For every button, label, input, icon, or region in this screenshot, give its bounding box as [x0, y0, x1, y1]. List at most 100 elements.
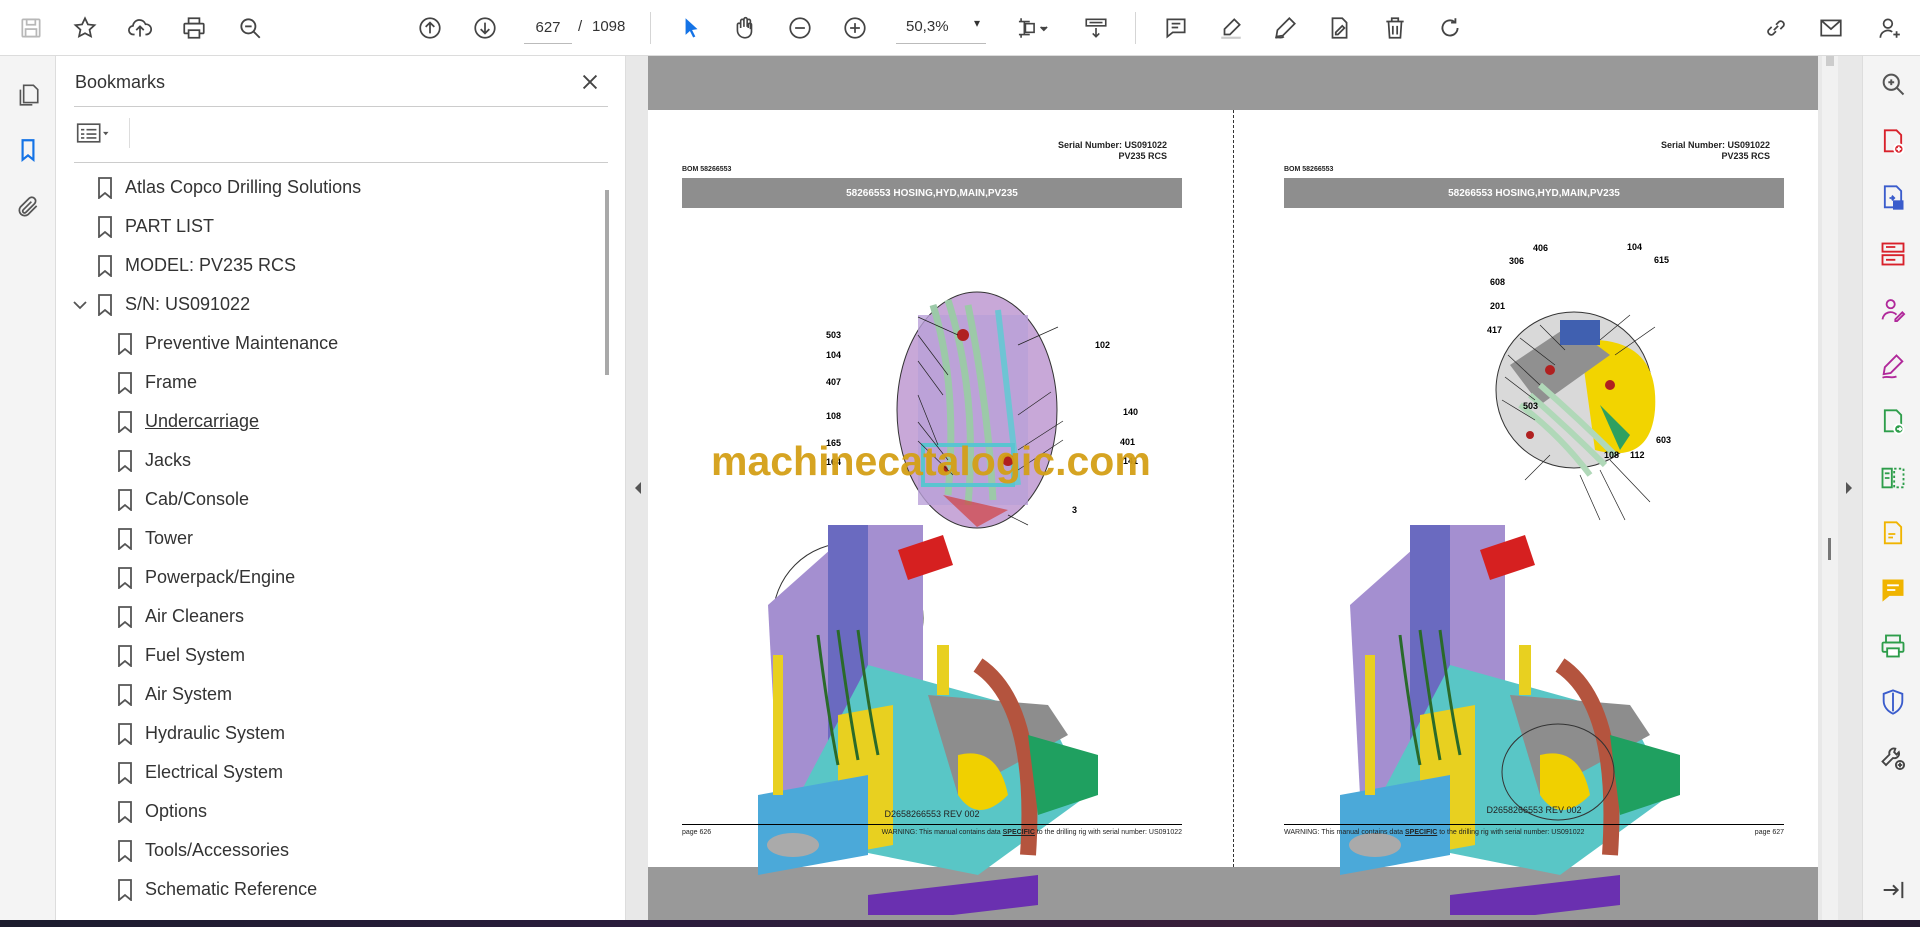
- request-signatures-icon[interactable]: [1877, 294, 1909, 326]
- warning-pre: WARNING: This manual contains data: [1284, 829, 1405, 836]
- protect-icon[interactable]: [1877, 686, 1909, 718]
- previous-page-icon[interactable]: [411, 9, 449, 47]
- next-page-icon[interactable]: [466, 9, 504, 47]
- share-link-icon[interactable]: [1757, 9, 1795, 47]
- zoom-level-select[interactable]: 50,3% ▾: [896, 12, 986, 44]
- bookmark-item[interactable]: Atlas Copco Drilling Solutions: [56, 170, 596, 206]
- draw-pen-icon[interactable]: [1266, 9, 1304, 47]
- bookmark-label: Frame: [145, 372, 198, 392]
- fill-sign-icon[interactable]: [1320, 9, 1358, 47]
- bookmark-item[interactable]: Air System: [56, 677, 596, 713]
- edit-pdf-icon[interactable]: [1877, 518, 1909, 550]
- bookmark-item[interactable]: Air Cleaners: [56, 599, 596, 635]
- collapse-tools-icon[interactable]: [1877, 874, 1909, 906]
- bookmark-scrollbar-thumb[interactable]: [605, 190, 609, 375]
- hand-tool-icon[interactable]: [726, 9, 764, 47]
- more-tools-icon[interactable]: [1877, 742, 1909, 774]
- bookmark-item[interactable]: MODEL: PV235 RCS: [56, 248, 596, 284]
- document-scrollbar-thumb[interactable]: [1826, 56, 1834, 66]
- callout-label: 104: [826, 350, 842, 360]
- warning-pre: WARNING: This manual contains data: [881, 829, 1003, 836]
- bookmark-item[interactable]: Undercarriage: [56, 404, 596, 440]
- bookmark-label: Undercarriage: [145, 411, 260, 431]
- drawing-number: D2658266553 REV 002: [884, 809, 980, 819]
- bookmark-item[interactable]: Jacks: [56, 443, 596, 479]
- scroll-mode-icon[interactable]: [1077, 9, 1115, 47]
- bookmark-icon: [98, 177, 112, 199]
- email-icon[interactable]: [1812, 9, 1850, 47]
- fill-and-sign-icon[interactable]: [1877, 350, 1909, 382]
- create-pdf-icon[interactable]: [1877, 126, 1909, 158]
- bookmarks-panel-icon[interactable]: [10, 132, 46, 168]
- bookmark-item[interactable]: Cab/Console: [56, 482, 596, 518]
- left-navigation-rail: [0, 56, 56, 920]
- page-separator: /: [578, 18, 583, 35]
- warning-post: to the drilling rig with serial number: …: [1034, 829, 1182, 836]
- page-thumbnails-icon[interactable]: [10, 77, 46, 113]
- serial-number: Serial Number: US091022: [1660, 140, 1770, 150]
- highlight-icon[interactable]: [1212, 9, 1250, 47]
- chevron-down-icon: ▾: [973, 16, 980, 30]
- serial-number: Serial Number: US091022: [1057, 140, 1167, 150]
- upload-cloud-icon[interactable]: [121, 9, 159, 47]
- organize-pages-icon[interactable]: [1877, 238, 1909, 270]
- scan-ocr-icon[interactable]: [1877, 630, 1909, 662]
- page-label: page 626: [682, 829, 712, 836]
- section-title-band: 58266553 HOSING,HYD,MAIN,PV235: [682, 178, 1182, 208]
- select-cursor-icon[interactable]: [672, 9, 710, 47]
- bookmark-item[interactable]: Hydraulic System: [56, 716, 596, 752]
- collapse-left-panel-icon[interactable]: [632, 478, 644, 498]
- bookmark-options-button[interactable]: [74, 118, 120, 148]
- chevron-down-icon[interactable]: [71, 296, 89, 314]
- zoom-out-icon[interactable]: [781, 9, 819, 47]
- bookmark-item[interactable]: Options: [56, 794, 596, 830]
- bookmark-item[interactable]: Powerpack/Engine: [56, 560, 596, 596]
- bookmark-item[interactable]: Preventive Maintenance: [56, 326, 596, 362]
- bookmark-item[interactable]: Electrical System: [56, 755, 596, 791]
- callout-label: 603: [1656, 435, 1672, 445]
- zoom-search-icon[interactable]: [1877, 68, 1909, 100]
- bookmark-label: PART LIST: [125, 216, 215, 236]
- comment-tool-icon[interactable]: [1877, 574, 1909, 606]
- page-number-input[interactable]: [524, 12, 572, 44]
- bookmark-item[interactable]: Frame: [56, 365, 596, 401]
- bookmark-icon: [118, 333, 132, 355]
- bookmark-label: Options: [145, 801, 208, 821]
- divider: [129, 118, 130, 148]
- callout-label: 306: [1509, 256, 1525, 266]
- rotate-icon[interactable]: [1431, 9, 1469, 47]
- bookmark-item[interactable]: Tools/Accessories: [56, 833, 596, 869]
- compare-files-icon[interactable]: [1877, 462, 1909, 494]
- bookmark-item[interactable]: Schematic Reference: [56, 872, 596, 908]
- attachments-icon[interactable]: [10, 189, 46, 225]
- star-icon[interactable]: [66, 9, 104, 47]
- bookmark-item[interactable]: PART LIST: [56, 209, 596, 245]
- bookmark-icon: [98, 255, 112, 277]
- bookmark-label: Air Cleaners: [145, 606, 245, 626]
- bookmark-icon: [118, 372, 132, 394]
- close-icon[interactable]: [576, 68, 604, 96]
- comment-icon[interactable]: [1157, 9, 1195, 47]
- bookmark-label: Electrical System: [145, 762, 284, 782]
- print-icon[interactable]: [175, 9, 213, 47]
- collapse-right-panel-icon[interactable]: [1843, 478, 1855, 498]
- delete-icon[interactable]: [1376, 9, 1414, 47]
- bookmark-item[interactable]: Tower: [56, 521, 596, 557]
- bookmark-icon: [118, 528, 132, 550]
- bookmark-item-expanded[interactable]: S/N: US091022: [56, 287, 596, 323]
- bookmark-label: Cab/Console: [145, 489, 250, 509]
- export-pdf-icon[interactable]: [1877, 182, 1909, 214]
- bookmark-item[interactable]: Fuel System: [56, 638, 596, 674]
- user-add-icon[interactable]: [1870, 9, 1908, 47]
- send-for-review-icon[interactable]: [1877, 406, 1909, 438]
- save-icon[interactable]: [12, 9, 50, 47]
- serial-block: Serial Number: US091022 PV235 RCS: [1058, 140, 1167, 162]
- bookmark-label: Preventive Maintenance: [145, 333, 339, 353]
- divider: [74, 162, 608, 163]
- callout-label: 615: [1654, 255, 1670, 265]
- zoom-in-icon[interactable]: [836, 9, 874, 47]
- page-display-icon[interactable]: [1008, 9, 1058, 47]
- serial-block: Serial Number: US091022 PV235 RCS: [1661, 140, 1770, 162]
- bookmark-label: S/N: US091022: [125, 294, 251, 314]
- search-text-icon[interactable]: [231, 9, 269, 47]
